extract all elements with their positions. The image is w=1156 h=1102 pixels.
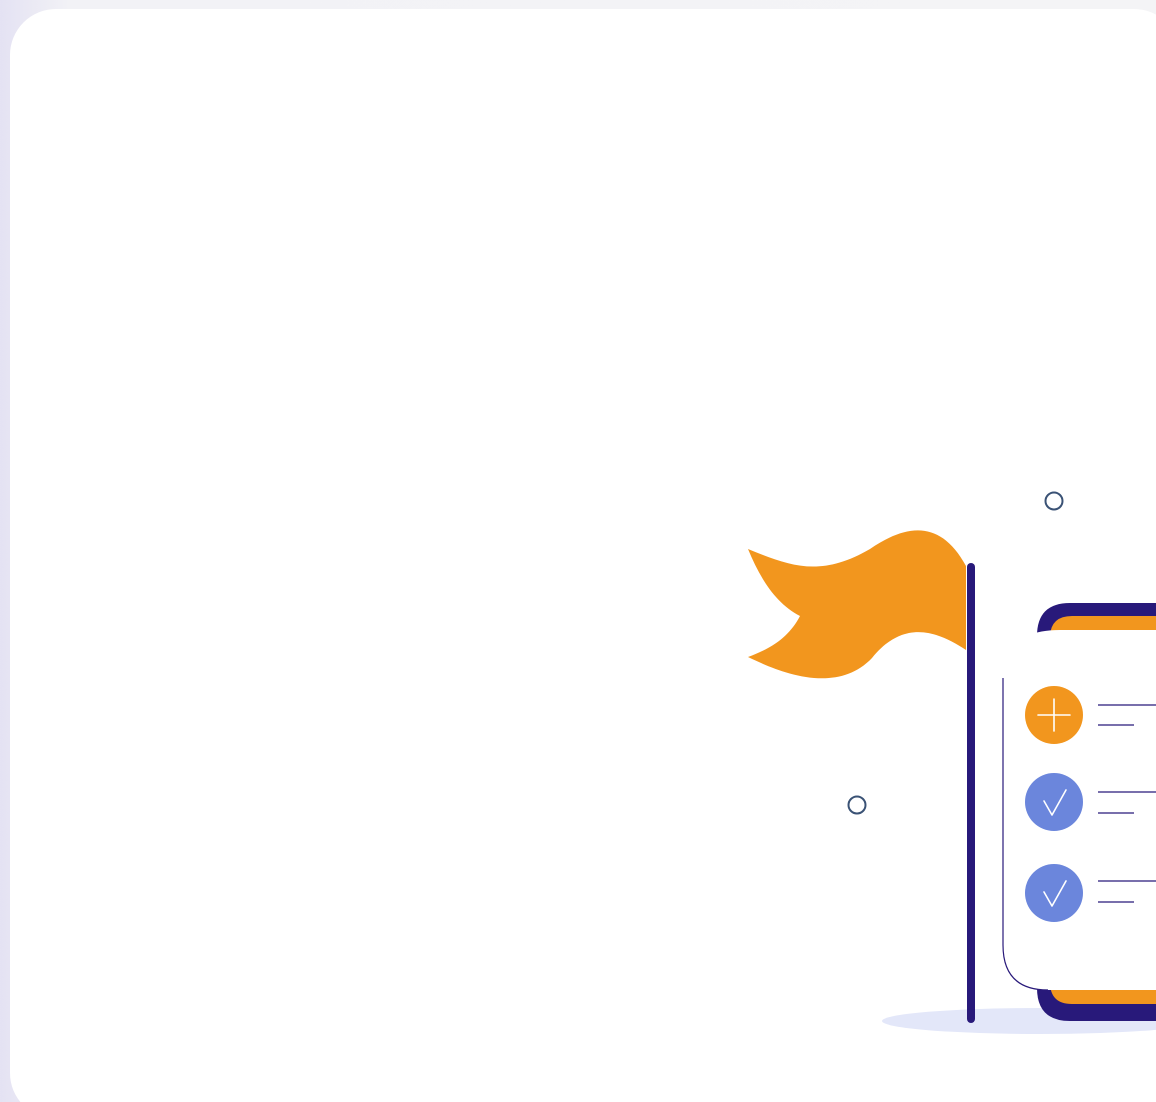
checklist-device xyxy=(1002,603,1156,1021)
card xyxy=(10,9,1156,1102)
done-badge xyxy=(1025,773,1083,831)
decor-circle-top xyxy=(1044,491,1064,511)
decor-circle-left xyxy=(847,795,867,815)
done-badge xyxy=(1025,864,1083,922)
flag-icon xyxy=(748,530,966,679)
goal-checklist-illustration xyxy=(748,491,1156,1034)
